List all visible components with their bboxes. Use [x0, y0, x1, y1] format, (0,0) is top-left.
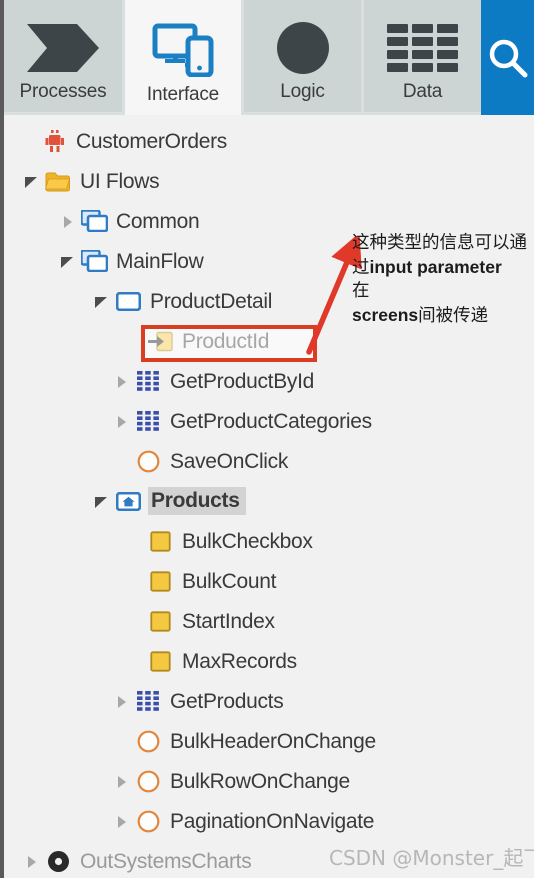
application-icon [39, 130, 69, 152]
twisty-expanded-icon[interactable] [94, 294, 109, 309]
tree-node-label: MainFlow [116, 249, 204, 273]
screen-icon [113, 291, 143, 311]
tree-node-saveonclick[interactable]: SaveOnClick [4, 441, 534, 481]
tree-node-label: Products [148, 487, 246, 515]
tree-node-label: GetProductCategories [170, 409, 372, 433]
annotation-line-4: screens间被传递 [352, 304, 534, 329]
circle-icon [244, 13, 361, 82]
aggregate-icon [133, 691, 163, 711]
annotation-line-2-cn: 过 [352, 257, 370, 278]
twisty-none-icon [20, 134, 35, 149]
aggregate-icon [133, 411, 163, 431]
twisty-collapsed-icon[interactable] [114, 414, 129, 429]
local-variable-icon [145, 570, 175, 592]
tab-logic-label: Logic [280, 81, 325, 102]
tree-node-getproductbyid[interactable]: GetProductById [4, 361, 534, 401]
folder-icon [43, 171, 73, 192]
annotation-line-2: 过input parameter [352, 256, 534, 281]
devices-icon [125, 13, 241, 85]
annotation-line-4-en: screens [352, 304, 419, 325]
tree-node-label: MaxRecords [182, 649, 297, 673]
twisty-none-icon [114, 734, 129, 749]
main-toolbar-tabs: Processes Interface Logic Data [4, 0, 534, 115]
twisty-collapsed-icon[interactable] [114, 694, 129, 709]
local-variable-icon [145, 650, 175, 672]
twisty-none-icon [126, 534, 141, 549]
twisty-expanded-icon[interactable] [60, 254, 75, 269]
tree-node-getproductcategories[interactable]: GetProductCategories [4, 401, 534, 441]
twisty-collapsed-icon[interactable] [24, 854, 39, 869]
tree-node-label: CustomerOrders [76, 129, 228, 153]
tree-node-ui-flows[interactable]: UI Flows [4, 161, 534, 201]
twisty-expanded-icon[interactable] [24, 174, 39, 189]
tab-data[interactable]: Data [364, 0, 481, 112]
annotation-line-2-en: input parameter [369, 256, 502, 277]
tree-node-label: GetProductById [170, 369, 315, 393]
twisty-none-icon [126, 614, 141, 629]
tree-node-label: BulkRowOnChange [170, 769, 350, 793]
twisty-none-icon [126, 654, 141, 669]
twisty-collapsed-icon[interactable] [60, 214, 75, 229]
client-action-icon [133, 810, 163, 833]
twisty-expanded-icon[interactable] [94, 494, 109, 509]
tree-node-bulkrowonchange[interactable]: BulkRowOnChange [4, 761, 534, 801]
input-parameter-icon [145, 331, 175, 352]
client-action-icon [133, 730, 163, 753]
element-tree[interactable]: CustomerOrders UI Flows Common MainFlow … [4, 115, 534, 878]
search-button[interactable] [481, 0, 534, 115]
annotation-text: 这种类型的信息可以通 过input parameter 在 screens间被传… [352, 232, 534, 328]
flow-icon [79, 210, 109, 232]
tree-node-label: PaginationOnNavigate [170, 809, 375, 833]
client-action-icon [133, 770, 163, 793]
tree-node-label: UI Flows [80, 169, 160, 193]
home-screen-icon [113, 491, 143, 511]
tree-node-label: SaveOnClick [170, 449, 289, 473]
tree-node-label: OutSystemsCharts [80, 849, 252, 873]
tree-node-bulkcheckbox[interactable]: BulkCheckbox [4, 521, 534, 561]
local-variable-icon [145, 530, 175, 552]
tree-node-maxrecords[interactable]: MaxRecords [4, 641, 534, 681]
outsystems-service-studio-window: Processes Interface Logic Data CustomerO… [0, 0, 534, 878]
annotation-line-3: 在 [352, 281, 370, 301]
module-icon [43, 850, 73, 873]
tab-logic[interactable]: Logic [244, 0, 361, 112]
annotation-line-1: 这种类型的信息可以通 [352, 233, 527, 253]
tree-node-customerorders[interactable]: CustomerOrders [4, 121, 534, 161]
aggregate-icon [133, 371, 163, 391]
tree-node-label: BulkCount [182, 569, 277, 593]
local-variable-icon [145, 610, 175, 632]
tab-processes[interactable]: Processes [4, 0, 122, 112]
tree-node-label: ProductDetail [150, 289, 273, 313]
tree-node-label: GetProducts [170, 689, 284, 713]
twisty-none-icon [114, 454, 129, 469]
tab-processes-label: Processes [19, 81, 107, 102]
client-action-icon [133, 450, 163, 473]
tab-interface-label: Interface [146, 84, 220, 105]
twisty-collapsed-icon[interactable] [114, 814, 129, 829]
flow-icon [79, 250, 109, 272]
watermark: CSDN @Monster_起飞 [329, 846, 534, 870]
tree-node-bulkcount[interactable]: BulkCount [4, 561, 534, 601]
tree-node-label: StartIndex [182, 609, 275, 633]
data-grid-icon [364, 13, 481, 82]
tab-data-label: Data [402, 81, 443, 102]
process-flag-icon [4, 13, 122, 82]
tree-node-products[interactable]: Products [4, 481, 534, 521]
tree-node-label: BulkCheckbox [182, 529, 313, 553]
tree-node-startindex[interactable]: StartIndex [4, 601, 534, 641]
tree-node-getproducts[interactable]: GetProducts [4, 681, 534, 721]
tree-node-paginationonnavigate[interactable]: PaginationOnNavigate [4, 801, 534, 841]
twisty-collapsed-icon[interactable] [114, 774, 129, 789]
twisty-none-icon [126, 574, 141, 589]
tree-node-label: ProductId [182, 329, 270, 353]
tree-node-label: BulkHeaderOnChange [170, 729, 376, 753]
tree-node-label: Common [116, 209, 200, 233]
twisty-collapsed-icon[interactable] [114, 374, 129, 389]
search-icon [486, 36, 530, 85]
annotation-line-4-cn: 间被传递 [418, 305, 489, 326]
tab-interface[interactable]: Interface [125, 0, 241, 115]
tree-node-bulkheaderonchange[interactable]: BulkHeaderOnChange [4, 721, 534, 761]
twisty-none-icon [126, 334, 141, 349]
